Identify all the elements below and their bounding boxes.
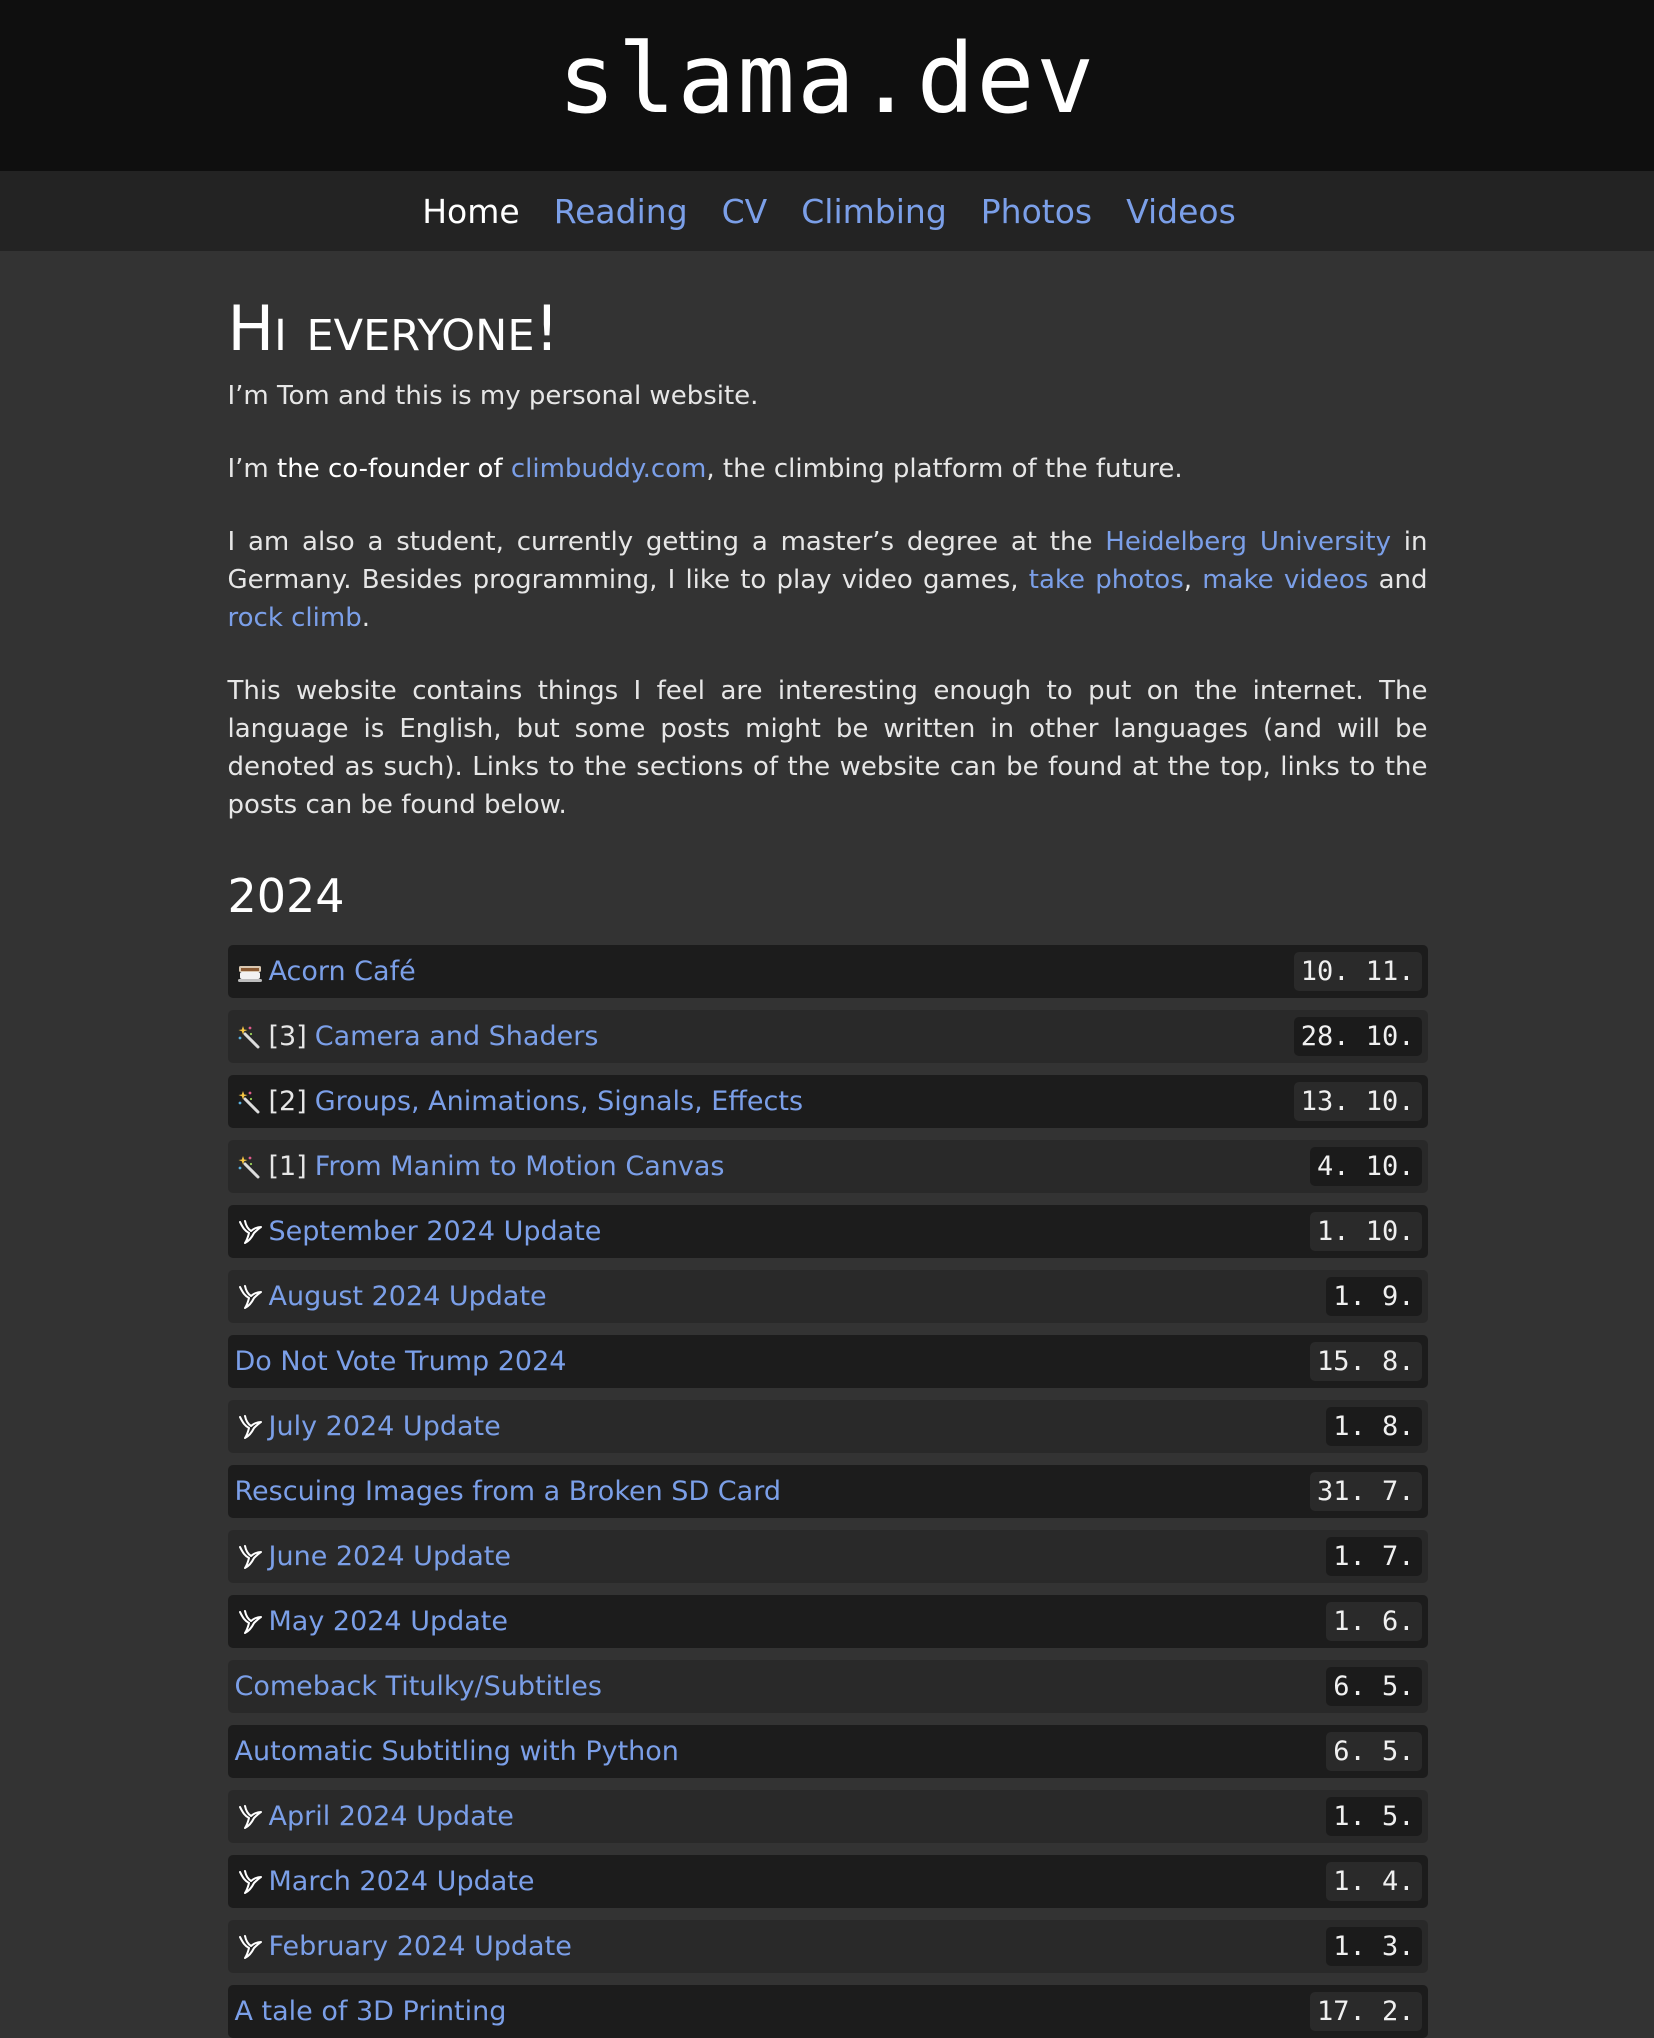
post-row: July 2024 Update 1. 8. bbox=[227, 1400, 1428, 1454]
post-link[interactable]: Rescuing Images from a Broken SD Card bbox=[235, 1476, 781, 1507]
post-date: 15. 8. bbox=[1309, 1342, 1422, 1382]
post-row: [2] Groups, Animations, Signals, Effects 1… bbox=[227, 1075, 1428, 1129]
post-link[interactable]: Groups, Animations, Signals, Effects bbox=[315, 1086, 803, 1117]
main-content: Hi everyone! I’m Tom and this is my pers… bbox=[227, 251, 1428, 2038]
post-date: 4. 10. bbox=[1309, 1147, 1422, 1187]
post-date: 1. 9. bbox=[1326, 1277, 1422, 1317]
post-link[interactable]: March 2024 Update bbox=[269, 1866, 535, 1897]
post-link[interactable]: A tale of 3D Printing bbox=[235, 1996, 507, 2027]
post-series-number: [3] bbox=[268, 1021, 307, 1053]
post-link[interactable]: September 2024 Update bbox=[269, 1216, 602, 1247]
post-link[interactable]: Do Not Vote Trump 2024 bbox=[235, 1346, 567, 1377]
nav-videos[interactable]: Videos bbox=[1126, 192, 1236, 231]
nav-reading[interactable]: Reading bbox=[554, 192, 688, 231]
post-series-number: [2] bbox=[268, 1086, 307, 1118]
post-date: 1. 10. bbox=[1309, 1212, 1422, 1252]
post-row: [3] Camera and Shaders 28. 10. bbox=[227, 1010, 1428, 1064]
climbuddy-link[interactable]: climbuddy.com bbox=[511, 454, 707, 484]
post-link[interactable]: June 2024 Update bbox=[269, 1541, 511, 1572]
take-photos-link[interactable]: take photos bbox=[1029, 565, 1184, 595]
nav-photos[interactable]: Photos bbox=[981, 192, 1092, 231]
rock-climb-link[interactable]: rock climb bbox=[228, 603, 362, 633]
coffee-icon bbox=[235, 956, 265, 988]
nav-cv[interactable]: CV bbox=[722, 192, 768, 231]
post-link[interactable]: May 2024 Update bbox=[269, 1606, 508, 1637]
post-link[interactable]: Acorn Café bbox=[269, 956, 416, 987]
post-date: 1. 6. bbox=[1326, 1602, 1422, 1642]
intro-text: , the climbing platform of the future. bbox=[706, 454, 1183, 485]
magic-wand-icon bbox=[235, 1086, 265, 1118]
bird-icon bbox=[235, 1541, 265, 1573]
post-date: 28. 10. bbox=[1293, 1017, 1422, 1057]
year-heading: 2024 bbox=[227, 869, 345, 924]
post-row: A tale of 3D Printing 17. 2. bbox=[227, 1985, 1428, 2038]
intro-paragraph-1: I’m Tom and this is my personal website. bbox=[227, 381, 759, 412]
heidelberg-university-link[interactable]: Heidelberg University bbox=[1105, 527, 1391, 557]
post-row: Automatic Subtitling with Python 6. 5. bbox=[227, 1725, 1428, 1779]
post-row: September 2024 Update 1. 10. bbox=[227, 1205, 1428, 1259]
post-date: 1. 4. bbox=[1326, 1862, 1422, 1902]
post-date: 1. 8. bbox=[1326, 1407, 1422, 1447]
post-date: 6. 5. bbox=[1326, 1667, 1422, 1707]
post-link[interactable]: August 2024 Update bbox=[269, 1281, 547, 1312]
post-date: 13. 10. bbox=[1293, 1082, 1422, 1122]
post-link[interactable]: July 2024 Update bbox=[269, 1411, 501, 1442]
post-series-number: [1] bbox=[268, 1151, 307, 1183]
post-list: Acorn Café 10. 11. [3] Camera and Shaders 28… bbox=[227, 945, 1428, 2038]
post-row: [1] From Manim to Motion Canvas 4. 10. bbox=[227, 1140, 1428, 1194]
site-header: slama.dev bbox=[0, 0, 1654, 171]
post-row: Do Not Vote Trump 2024 15. 8. bbox=[227, 1335, 1428, 1389]
bird-icon bbox=[235, 1281, 265, 1313]
bird-icon bbox=[235, 1216, 265, 1248]
nav-climbing[interactable]: Climbing bbox=[801, 192, 947, 231]
intro-paragraph-4: This website contains things I feel are … bbox=[227, 676, 1428, 821]
intro-text: . bbox=[361, 603, 370, 634]
nav-home[interactable]: Home bbox=[422, 192, 519, 231]
post-link[interactable]: Camera and Shaders bbox=[315, 1021, 599, 1052]
post-link[interactable]: Automatic Subtitling with Python bbox=[235, 1736, 679, 1767]
magic-wand-icon bbox=[235, 1151, 265, 1183]
intro-text-emphasis: the co-founder of bbox=[277, 454, 503, 485]
main-nav: Home Reading CV Climbing Photos Videos bbox=[0, 171, 1654, 251]
intro-text: I am also a student, currently getting a… bbox=[227, 527, 1106, 558]
intro-text: I’m bbox=[227, 454, 278, 485]
post-row: August 2024 Update 1. 9. bbox=[227, 1270, 1428, 1324]
bird-icon bbox=[235, 1606, 265, 1638]
intro-paragraph-2: I’m the co-founder of climbuddy.com, the… bbox=[228, 450, 1428, 488]
intro-text bbox=[503, 454, 511, 484]
post-date: 31. 7. bbox=[1309, 1472, 1422, 1512]
post-link[interactable]: February 2024 Update bbox=[269, 1931, 572, 1962]
post-row: March 2024 Update 1. 4. bbox=[227, 1855, 1428, 1909]
post-row: Comeback Titulky/Subtitles 6. 5. bbox=[227, 1660, 1428, 1714]
intro-paragraph-3: I am also a student, currently getting a… bbox=[228, 523, 1428, 637]
post-link[interactable]: Comeback Titulky/Subtitles bbox=[235, 1671, 602, 1702]
intro-text: , bbox=[1183, 565, 1203, 596]
post-row: Rescuing Images from a Broken SD Card 31.… bbox=[227, 1465, 1428, 1519]
post-link[interactable]: From Manim to Motion Canvas bbox=[315, 1151, 725, 1182]
bird-icon bbox=[235, 1866, 265, 1898]
post-date: 17. 2. bbox=[1309, 1992, 1422, 2032]
post-date: 10. 11. bbox=[1293, 952, 1422, 992]
post-date: 6. 5. bbox=[1326, 1732, 1422, 1772]
bird-icon bbox=[235, 1931, 265, 1963]
site-title[interactable]: slama.dev bbox=[558, 23, 1096, 135]
page-title: Hi everyone! bbox=[227, 292, 560, 365]
post-row: May 2024 Update 1. 6. bbox=[227, 1595, 1428, 1649]
magic-wand-icon bbox=[235, 1021, 265, 1053]
post-row: April 2024 Update 1. 5. bbox=[227, 1790, 1428, 1844]
make-videos-link[interactable]: make videos bbox=[1202, 565, 1368, 595]
post-row: June 2024 Update 1. 7. bbox=[227, 1530, 1428, 1584]
post-link[interactable]: April 2024 Update bbox=[269, 1801, 514, 1832]
post-date: 1. 3. bbox=[1326, 1927, 1422, 1967]
post-row: February 2024 Update 1. 3. bbox=[227, 1920, 1428, 1974]
bird-icon bbox=[235, 1411, 265, 1443]
bird-icon bbox=[235, 1801, 265, 1833]
post-date: 1. 5. bbox=[1326, 1797, 1422, 1837]
intro-text: and bbox=[1368, 565, 1428, 596]
post-row: Acorn Café 10. 11. bbox=[227, 945, 1428, 999]
post-date: 1. 7. bbox=[1326, 1537, 1422, 1577]
